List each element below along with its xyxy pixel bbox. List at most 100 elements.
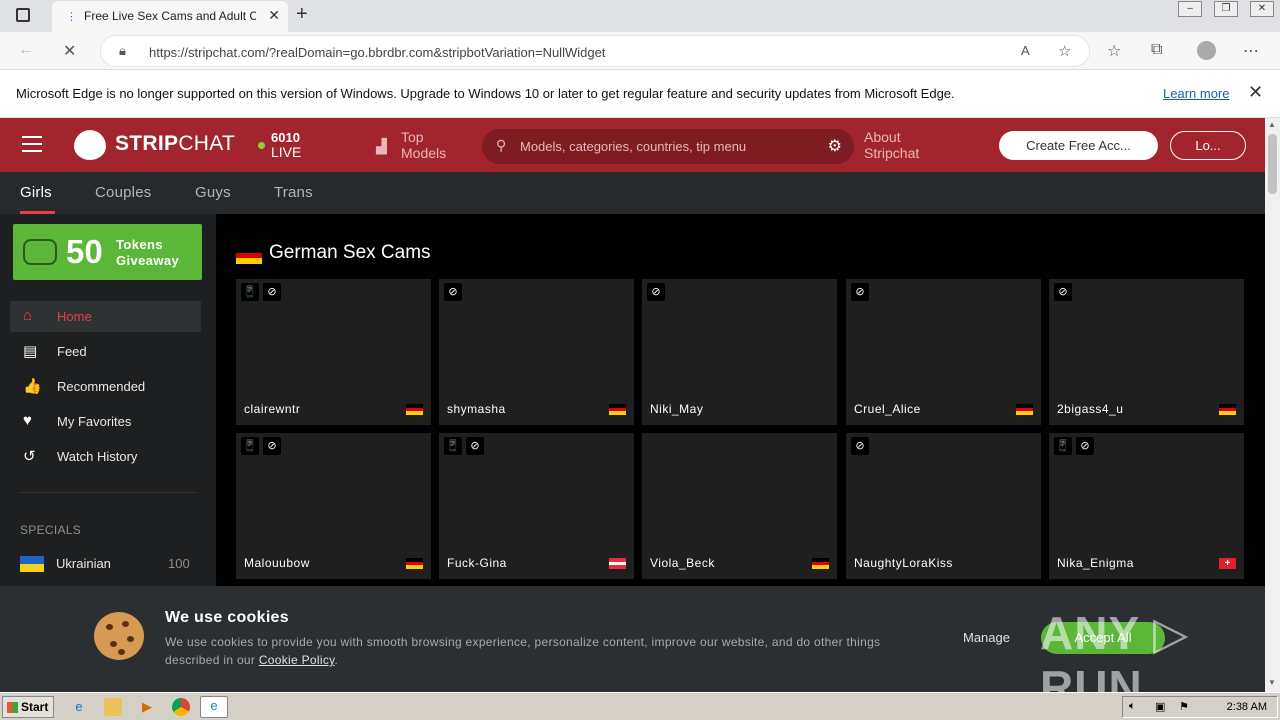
page-scrollbar[interactable]: ▲ ▼ xyxy=(1265,118,1280,692)
read-aloud-icon[interactable]: A xyxy=(1021,43,1030,58)
learn-more-link[interactable]: Learn more xyxy=(1163,86,1229,101)
germany-flag-icon xyxy=(1016,404,1033,415)
stop-loading-icon[interactable]: ✕ xyxy=(63,41,76,61)
ie-icon[interactable]: e xyxy=(70,698,88,716)
cookie-policy-link[interactable]: Cookie Policy xyxy=(259,653,335,667)
model-name: Cruel_Alice xyxy=(854,402,921,416)
favorites-icon[interactable]: ☆ xyxy=(1107,41,1121,61)
model-name: Viola_Beck xyxy=(650,556,715,570)
tab-actions-icon[interactable] xyxy=(16,8,30,22)
notice-message: Microsoft Edge is no longer supported on… xyxy=(16,86,955,101)
collections-icon[interactable]: ⧉ xyxy=(1151,41,1162,59)
menu-icon[interactable] xyxy=(22,136,42,152)
edge-icon[interactable]: e xyxy=(200,696,228,718)
specials-item-ukrainian[interactable]: Ukrainian xyxy=(56,556,111,571)
sidebar-item-recommended[interactable]: 👍 Recommended xyxy=(10,371,201,402)
live-dot-icon xyxy=(258,142,265,149)
profile-avatar[interactable] xyxy=(1197,41,1216,60)
top-models-icon[interactable]: ▟ xyxy=(376,138,387,155)
history-icon: ↺ xyxy=(23,448,36,465)
search-input[interactable]: ⚲ Models, categories, countries, tip men… xyxy=(482,129,854,164)
germany-flag-icon xyxy=(236,247,262,264)
browser-tab-bar: ⋮ Free Live Sex Cams and Adult Ch ✕ + – … xyxy=(0,0,1280,32)
create-account-button[interactable]: Create Free Acc... xyxy=(999,131,1158,160)
sidebar-item-feed[interactable]: ▤ Feed xyxy=(10,336,201,367)
top-models-line1: Top xyxy=(401,129,424,145)
sidebar-item-watch-history[interactable]: ↺ Watch History xyxy=(10,441,201,472)
coins-icon xyxy=(23,239,57,265)
cookie-period: . xyxy=(334,653,339,667)
media-player-icon[interactable]: ▶ xyxy=(138,698,156,716)
top-models-line2: Models xyxy=(401,145,447,161)
volume-icon[interactable]: 🔈︎ xyxy=(1129,700,1136,713)
model-card[interactable]: 📱 ⊘ Fuck-Gina xyxy=(439,433,634,579)
url-field[interactable]: 🔒︎ https://stripchat.com/?realDomain=go.… xyxy=(100,35,1090,67)
about-line2: Stripchat xyxy=(864,145,920,161)
about-link[interactable]: About Stripchat xyxy=(864,129,919,161)
feed-icon: ▤ xyxy=(23,343,38,360)
add-favorite-icon[interactable]: ☆ xyxy=(1058,42,1071,60)
browser-tab[interactable]: ⋮ Free Live Sex Cams and Adult Ch ✕ xyxy=(52,1,288,32)
more-menu-icon[interactable]: ⋯ xyxy=(1243,41,1259,61)
top-models-link[interactable]: Top Models xyxy=(401,129,446,161)
start-button[interactable]: Start xyxy=(2,696,54,718)
scroll-down-icon[interactable]: ▼ xyxy=(1268,678,1276,687)
filter-icon[interactable]: ⚙ xyxy=(828,136,842,156)
window-controls: – ❐ ✕ xyxy=(1166,0,1274,17)
model-card[interactable]: ⊘ 2bigass4_u xyxy=(1049,279,1244,425)
manage-cookies-button[interactable]: Manage xyxy=(963,630,1010,645)
tab-close-icon[interactable]: ✕ xyxy=(268,7,280,24)
restore-icon[interactable]: ❐ xyxy=(1214,1,1238,17)
explorer-icon[interactable] xyxy=(104,698,122,716)
close-window-icon[interactable]: ✕ xyxy=(1250,1,1274,17)
model-card[interactable]: 📱 ⊘ Nika_Enigma + xyxy=(1049,433,1244,579)
tab-couples[interactable]: Couples xyxy=(95,184,151,201)
section-title: German Sex Cams xyxy=(269,242,431,263)
model-card[interactable]: 📱 ⊘ Malouubow xyxy=(236,433,431,579)
notice-close-icon[interactable]: ✕ xyxy=(1248,82,1263,103)
windows-taskbar: Start e ▶ e 🔈︎ ▣ ⚑ 2:38 AM xyxy=(0,692,1280,720)
card-badges: 📱 ⊘ xyxy=(241,437,281,455)
model-card[interactable]: 📱 ⊘ clairewntr xyxy=(236,279,431,425)
card-badges: 📱 ⊘ xyxy=(241,283,281,301)
model-name: 2bigass4_u xyxy=(1057,402,1124,416)
sidebar-item-home[interactable]: ⌂ Home xyxy=(10,301,201,332)
login-button[interactable]: Lo... xyxy=(1170,131,1246,160)
category-tabs: Girls Couples Guys Trans xyxy=(0,172,1265,214)
model-card[interactable]: ⊘ shymasha xyxy=(439,279,634,425)
network-icon[interactable]: ▣ xyxy=(1155,700,1165,713)
tab-trans[interactable]: Trans xyxy=(274,184,313,201)
card-badges: ⊘ xyxy=(444,283,462,301)
live-count: 6010 LIVE xyxy=(271,130,301,160)
model-card[interactable]: ⊘ Niki_May xyxy=(642,279,837,425)
tab-guys[interactable]: Guys xyxy=(195,184,231,201)
chrome-icon[interactable] xyxy=(172,698,190,716)
giveaway-line2: Giveaway xyxy=(116,253,180,268)
logo-icon[interactable] xyxy=(74,130,106,160)
model-card[interactable]: Viola_Beck xyxy=(642,433,837,579)
scroll-up-icon[interactable]: ▲ xyxy=(1268,120,1276,129)
lock-icon[interactable]: 🔒︎ xyxy=(119,43,126,59)
model-card[interactable]: ⊘ Cruel_Alice xyxy=(846,279,1041,425)
sidebar-item-favorites[interactable]: ♥ My Favorites xyxy=(10,406,201,437)
model-name: Malouubow xyxy=(244,556,310,570)
model-card[interactable]: ⊘ NaughtyLoraKiss xyxy=(846,433,1041,579)
back-icon[interactable]: ← xyxy=(18,41,34,59)
search-icon: ⚲ xyxy=(496,137,507,153)
cookie-description: We use cookies to provide you with smoot… xyxy=(165,633,895,669)
new-tab-icon[interactable]: + xyxy=(296,3,308,26)
minimize-icon[interactable]: – xyxy=(1178,1,1202,17)
germany-flag-icon xyxy=(812,558,829,569)
giveaway-line1: Tokens xyxy=(116,237,163,252)
tab-loading-icon: ⋮ xyxy=(66,11,77,23)
tokens-giveaway-banner[interactable]: 50 Tokens Giveaway xyxy=(13,224,202,280)
model-name: shymasha xyxy=(447,402,506,416)
system-tray: 🔈︎ ▣ ⚑ 2:38 AM xyxy=(1122,696,1278,718)
site-logo[interactable]: STRIPCHAT xyxy=(115,132,235,156)
germany-flag-icon xyxy=(406,404,423,415)
specials-heading: SPECIALS xyxy=(20,523,82,537)
tab-girls[interactable]: Girls xyxy=(20,184,52,201)
sidebar-item-label: Recommended xyxy=(57,379,146,394)
scroll-thumb[interactable] xyxy=(1268,134,1277,194)
flag-icon[interactable]: ⚑ xyxy=(1179,700,1189,713)
